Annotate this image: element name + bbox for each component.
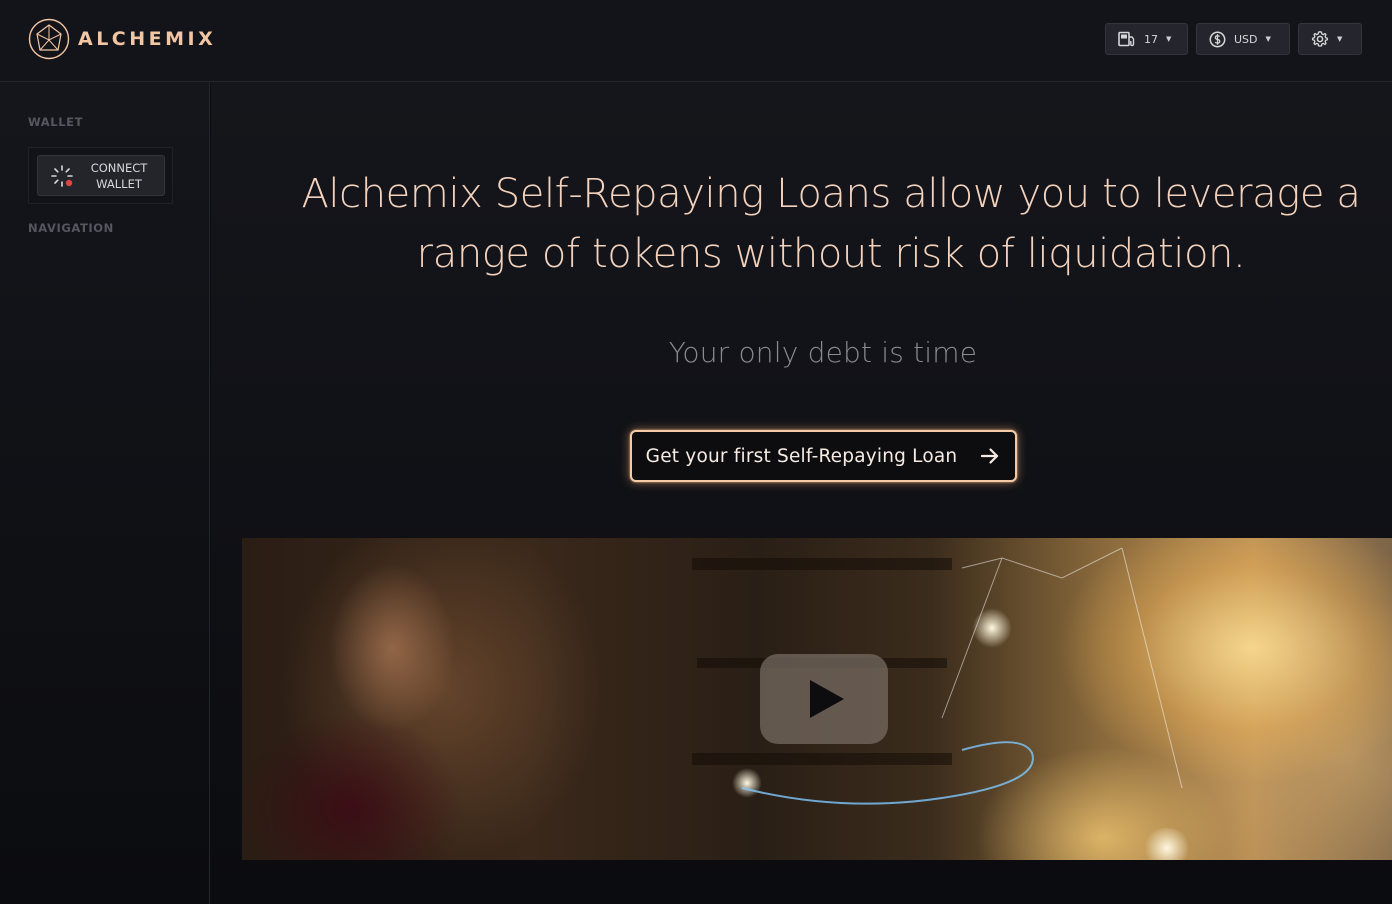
chevron-down-icon: ▼: [1166, 35, 1172, 43]
currency-value: USD: [1234, 32, 1258, 46]
connect-wallet-line-1: CONNECT: [90, 160, 148, 175]
cta-label: Get your first Self-Repaying Loan: [645, 445, 958, 467]
alchemix-logo[interactable]: ALCHEMIX: [28, 17, 216, 61]
wallet-status-icon: [50, 164, 74, 188]
chevron-down-icon: ▼: [1265, 35, 1271, 43]
gas-pump-icon: [1118, 31, 1135, 47]
chevron-down-icon: ▼: [1337, 35, 1343, 43]
logo-text: ALCHEMIX: [78, 28, 217, 50]
video-play-button[interactable]: [760, 654, 888, 744]
wallet-section-label: WALLET: [28, 115, 84, 129]
alchemix-logo-icon: [28, 18, 70, 60]
sidebar: WALLET CONNECT WALLET NAVIGATION: [0, 82, 210, 904]
arrow-right-icon: [981, 448, 999, 464]
get-first-loan-button[interactable]: Get your first Self-Repaying Loan: [630, 430, 1017, 482]
gas-price-value: 17: [1144, 32, 1158, 46]
gear-icon: [1311, 31, 1329, 47]
currency-dropdown[interactable]: USD ▼: [1196, 23, 1290, 55]
connect-wallet-button[interactable]: CONNECT WALLET: [37, 155, 165, 196]
top-bar: ALCHEMIX 17 ▼ USD ▼ ▼: [0, 0, 1392, 82]
play-icon: [810, 680, 844, 718]
dollar-circle-icon: [1209, 31, 1226, 47]
hero-tagline: Your only debt is time: [668, 336, 978, 369]
top-controls: 17 ▼ USD ▼ ▼: [1105, 23, 1362, 55]
main-content: Alchemix Self-Repaying Loans allow you t…: [211, 82, 1392, 904]
hero-headline: Alchemix Self-Repaying Loans allow you t…: [301, 171, 1361, 277]
gas-price-dropdown[interactable]: 17 ▼: [1105, 23, 1188, 55]
connect-wallet-label: CONNECT WALLET: [88, 160, 150, 192]
wallet-panel: CONNECT WALLET: [28, 147, 173, 204]
navigation-section-label: NAVIGATION: [28, 221, 114, 235]
intro-video[interactable]: [242, 538, 1392, 860]
settings-dropdown[interactable]: ▼: [1298, 23, 1362, 55]
connect-wallet-line-2: WALLET: [96, 176, 142, 191]
